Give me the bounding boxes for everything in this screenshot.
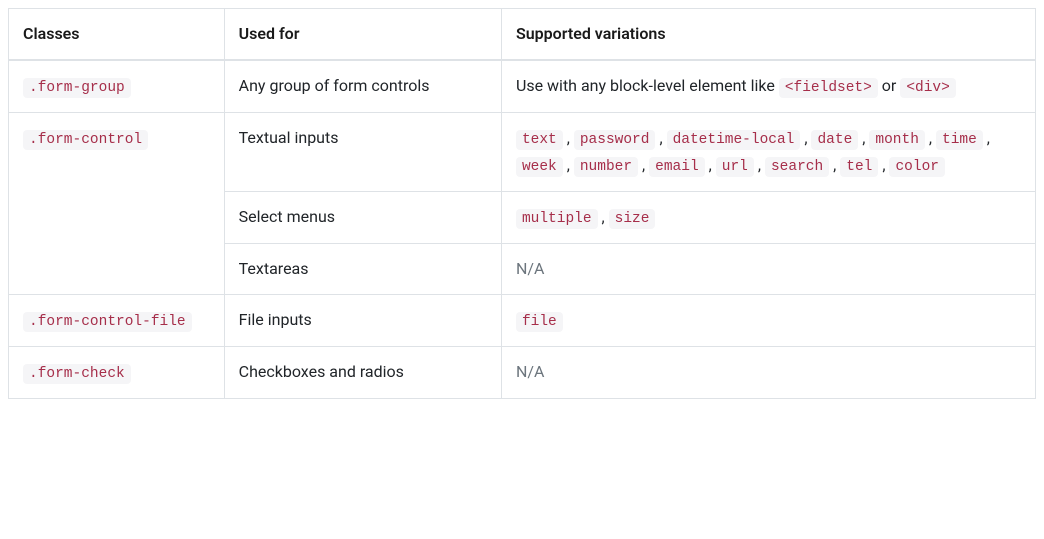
code-tag: search xyxy=(765,157,829,177)
code-sep: , xyxy=(829,155,840,174)
code-tag: datetime-local xyxy=(667,130,801,150)
variation-text: Use with any block-level element like xyxy=(516,76,779,95)
table-row: .form-group Any group of form controls U… xyxy=(9,60,1036,113)
code-sep: , xyxy=(983,128,990,147)
code-tag: file xyxy=(516,312,563,332)
na-text: N/A xyxy=(516,362,544,381)
code-sep: , xyxy=(705,155,716,174)
variation-sep: or xyxy=(878,76,900,95)
code-sep: , xyxy=(563,155,574,174)
code-tag: month xyxy=(869,130,925,150)
cell-variations: text , password , datetime-local , date … xyxy=(501,112,1035,191)
code-sep: , xyxy=(858,128,869,147)
code-tag: multiple xyxy=(516,209,598,229)
code-sep: , xyxy=(925,128,936,147)
code-sep: , xyxy=(878,155,889,174)
code-sep: , xyxy=(638,155,649,174)
cell-variations: Use with any block-level element like <f… xyxy=(501,60,1035,113)
table-header-row: Classes Used for Supported variations xyxy=(9,9,1036,60)
code-tag: number xyxy=(574,157,638,177)
table-row: .form-control Textual inputs text , pass… xyxy=(9,112,1036,191)
cell-used-for: Any group of form controls xyxy=(224,60,501,113)
cell-class: .form-check xyxy=(9,347,225,399)
cell-variations: multiple , size xyxy=(501,192,1035,244)
header-classes: Classes xyxy=(9,9,225,60)
cell-class: .form-group xyxy=(9,60,225,113)
code-sep: , xyxy=(598,207,609,226)
code-class: .form-check xyxy=(23,364,131,384)
code-sep: , xyxy=(800,128,811,147)
code-tag: tel xyxy=(840,157,878,177)
code-tag: text xyxy=(516,130,563,150)
code-tag: email xyxy=(649,157,705,177)
code-tag: <div> xyxy=(900,78,956,98)
cell-used-for: Select menus xyxy=(224,192,501,244)
code-sep: , xyxy=(563,128,574,147)
code-tag: url xyxy=(716,157,754,177)
header-variations: Supported variations xyxy=(501,9,1035,60)
code-tag: size xyxy=(609,209,656,229)
code-tag: color xyxy=(889,157,945,177)
code-class: .form-control xyxy=(23,130,148,150)
table-row: .form-control-file File inputs file xyxy=(9,294,1036,346)
cell-class: .form-control xyxy=(9,112,225,294)
na-text: N/A xyxy=(516,259,544,278)
header-used-for: Used for xyxy=(224,9,501,60)
cell-variations: N/A xyxy=(501,347,1035,399)
cell-variations: N/A xyxy=(501,244,1035,295)
form-classes-table: Classes Used for Supported variations .f… xyxy=(8,8,1036,399)
code-tag: password xyxy=(574,130,656,150)
code-sep: , xyxy=(655,128,666,147)
cell-used-for: Textareas xyxy=(224,244,501,295)
code-tag: time xyxy=(936,130,983,150)
cell-used-for: File inputs xyxy=(224,294,501,346)
cell-used-for: Textual inputs xyxy=(224,112,501,191)
code-class: .form-control-file xyxy=(23,312,192,332)
code-sep: , xyxy=(754,155,765,174)
code-tag: date xyxy=(811,130,858,150)
code-tag: <fieldset> xyxy=(779,78,878,98)
code-class: .form-group xyxy=(23,78,131,98)
cell-used-for: Checkboxes and radios xyxy=(224,347,501,399)
cell-class: .form-control-file xyxy=(9,294,225,346)
code-tag: week xyxy=(516,157,563,177)
table-row: .form-check Checkboxes and radios N/A xyxy=(9,347,1036,399)
cell-variations: file xyxy=(501,294,1035,346)
